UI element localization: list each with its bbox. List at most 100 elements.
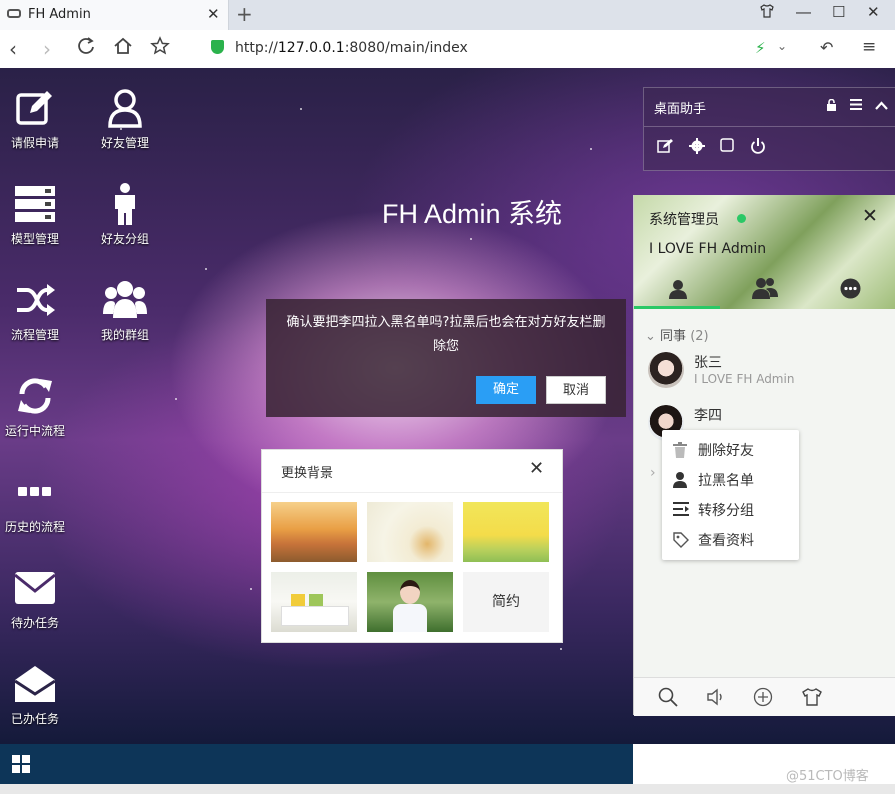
fullscreen-icon[interactable] — [720, 138, 736, 154]
browser-tab[interactable]: FH Admin ✕ — [0, 0, 229, 30]
desktop-icon-label: 流程管理 — [10, 328, 59, 342]
background-thumbnail-flowers[interactable] — [367, 502, 453, 562]
chevron-right-icon[interactable]: › — [650, 465, 656, 481]
close-tab-icon[interactable]: ✕ — [207, 5, 220, 23]
user-signature[interactable]: I LOVE FH Admin — [649, 241, 766, 257]
windows-start-icon[interactable] — [12, 755, 30, 777]
friends-tab-icon[interactable] — [668, 279, 688, 303]
desktop-icon-label: 好友分组 — [100, 232, 149, 246]
current-username: 系统管理员 — [649, 212, 719, 228]
desktop-icon-label: 历史的流程 — [4, 520, 65, 534]
list-menu-icon[interactable] — [850, 99, 862, 113]
desktop-icon-todo-tasks[interactable]: 待办任务 — [0, 566, 77, 631]
system-title: FH Admin 系统 — [382, 199, 563, 229]
settings-gear-icon[interactable] — [689, 138, 705, 154]
url-text: http://127.0.0.1:8080/main/index — [235, 40, 468, 56]
contact-signature: I LOVE FH Admin — [694, 372, 795, 386]
background-thumbnail-sofa[interactable] — [271, 572, 357, 632]
search-icon[interactable] — [658, 687, 678, 707]
desktop-icon-my-groups[interactable]: 我的群组 — [83, 278, 167, 343]
skin-icon[interactable] — [801, 687, 822, 707]
desktop-icon-label: 请假申请 — [10, 136, 59, 150]
person-icon — [673, 472, 689, 488]
background-thumbnail-girl[interactable] — [367, 572, 453, 632]
maximize-button[interactable]: ☐ — [832, 3, 845, 21]
helper-title: 桌面助手 — [654, 102, 707, 117]
messages-tab-icon[interactable] — [840, 278, 861, 303]
contact-name: 李四 — [694, 408, 722, 424]
page-footer — [0, 784, 895, 794]
add-icon[interactable] — [753, 687, 773, 707]
user-icon — [108, 89, 142, 128]
active-tab-indicator — [634, 306, 720, 309]
desktop-icon-history-process[interactable]: 历史的流程 — [0, 470, 77, 535]
confirm-ok-button[interactable]: 确定 — [476, 376, 536, 404]
skin-icon[interactable] — [759, 3, 775, 23]
desktop-icon-label: 好友管理 — [100, 136, 149, 150]
contact-group-header[interactable]: ⌄ 同事 (2) — [645, 325, 709, 344]
background-thumbnail-yellow-field[interactable] — [463, 502, 549, 562]
undo-icon[interactable]: ↶ — [820, 38, 833, 57]
tab-title: FH Admin — [28, 7, 91, 22]
desktop-icon-running-process[interactable]: 运行中流程 — [0, 374, 77, 439]
bookmark-star-icon[interactable] — [150, 36, 170, 61]
trash-icon — [673, 442, 689, 458]
contact-name: 张三 — [694, 355, 722, 371]
menu-item-move-group[interactable]: 转移分组 — [662, 495, 799, 525]
desktop-icon-done-tasks[interactable]: 已办任务 — [0, 662, 77, 727]
desktop-icon-label: 待办任务 — [10, 616, 59, 630]
site-favicon-icon — [7, 9, 21, 18]
contact-item[interactable]: 张三 I LOVE FH Admin — [648, 352, 888, 392]
online-status-icon — [737, 214, 746, 223]
avatar — [648, 352, 684, 388]
chat-header: 系统管理员 I LOVE FH Admin ✕ — [634, 195, 895, 309]
menu-item-delete-friend[interactable]: 删除好友 — [662, 435, 799, 465]
background-simple-option[interactable]: 简约 — [463, 572, 549, 632]
url-field[interactable]: http://127.0.0.1:8080/main/index — [197, 34, 807, 62]
contact-context-menu: 删除好友 拉黑名单 转移分组 查看资料 — [662, 430, 799, 560]
more-icon — [18, 487, 51, 496]
minimize-button[interactable]: ― — [796, 3, 811, 21]
groups-tab-icon[interactable] — [751, 277, 779, 303]
speed-mode-icon[interactable]: ⚡ — [755, 39, 766, 57]
edit-note-icon[interactable] — [657, 138, 673, 154]
desktop-icon-process[interactable]: 流程管理 — [0, 278, 77, 343]
group-icon — [103, 281, 147, 318]
refresh-icon — [18, 378, 52, 414]
menu-item-label: 查看资料 — [698, 533, 754, 549]
desktop-icon-label: 运行中流程 — [4, 424, 65, 438]
menu-icon[interactable]: ≡ — [862, 37, 876, 57]
background-thumbnail-sunset[interactable] — [271, 502, 357, 562]
desktop-helper-widget: 桌面助手 — [643, 87, 895, 171]
reload-icon[interactable] — [76, 36, 96, 61]
menu-item-view-profile[interactable]: 查看资料 — [662, 525, 799, 555]
confirm-message: 确认要把李四拉入黑名单吗?拉黑后也会在对方好友栏删除您 — [286, 315, 606, 354]
collapse-up-icon[interactable] — [875, 99, 888, 113]
browser-tabbar: FH Admin ✕ + ― ☐ ✕ — [0, 0, 895, 30]
sound-icon[interactable] — [706, 687, 726, 707]
envelope-icon — [14, 572, 56, 604]
power-icon[interactable] — [750, 138, 766, 154]
menu-item-label: 拉黑名单 — [698, 473, 754, 489]
desktop-icon-models[interactable]: 模型管理 — [0, 182, 77, 247]
confirm-cancel-button[interactable]: 取消 — [546, 376, 606, 404]
secure-shield-icon — [211, 40, 224, 54]
new-tab-button[interactable]: + — [236, 2, 253, 26]
chevron-down-icon[interactable]: ⌄ — [777, 39, 787, 53]
desktop-icon-label: 我的群组 — [100, 328, 149, 342]
back-icon[interactable]: ‹ — [9, 37, 17, 61]
chat-bottom-toolbar — [634, 677, 895, 716]
desktop-icon-label: 已办任务 — [10, 712, 59, 726]
close-icon[interactable]: ✕ — [529, 458, 544, 479]
menu-item-label: 删除好友 — [698, 443, 754, 459]
close-window-button[interactable]: ✕ — [867, 3, 880, 21]
forward-icon[interactable]: › — [43, 37, 51, 61]
desktop-icon-leave-request[interactable]: 请假申请 — [0, 86, 77, 151]
home-icon[interactable] — [113, 36, 133, 61]
lock-icon[interactable] — [826, 98, 837, 114]
desktop-icon-friend-groups[interactable]: 好友分组 — [83, 182, 167, 247]
close-icon[interactable]: ✕ — [862, 205, 878, 227]
menu-item-blacklist[interactable]: 拉黑名单 — [662, 465, 799, 495]
desktop-icon-friends[interactable]: 好友管理 — [83, 86, 167, 151]
desktop-icon-label: 模型管理 — [10, 232, 59, 246]
